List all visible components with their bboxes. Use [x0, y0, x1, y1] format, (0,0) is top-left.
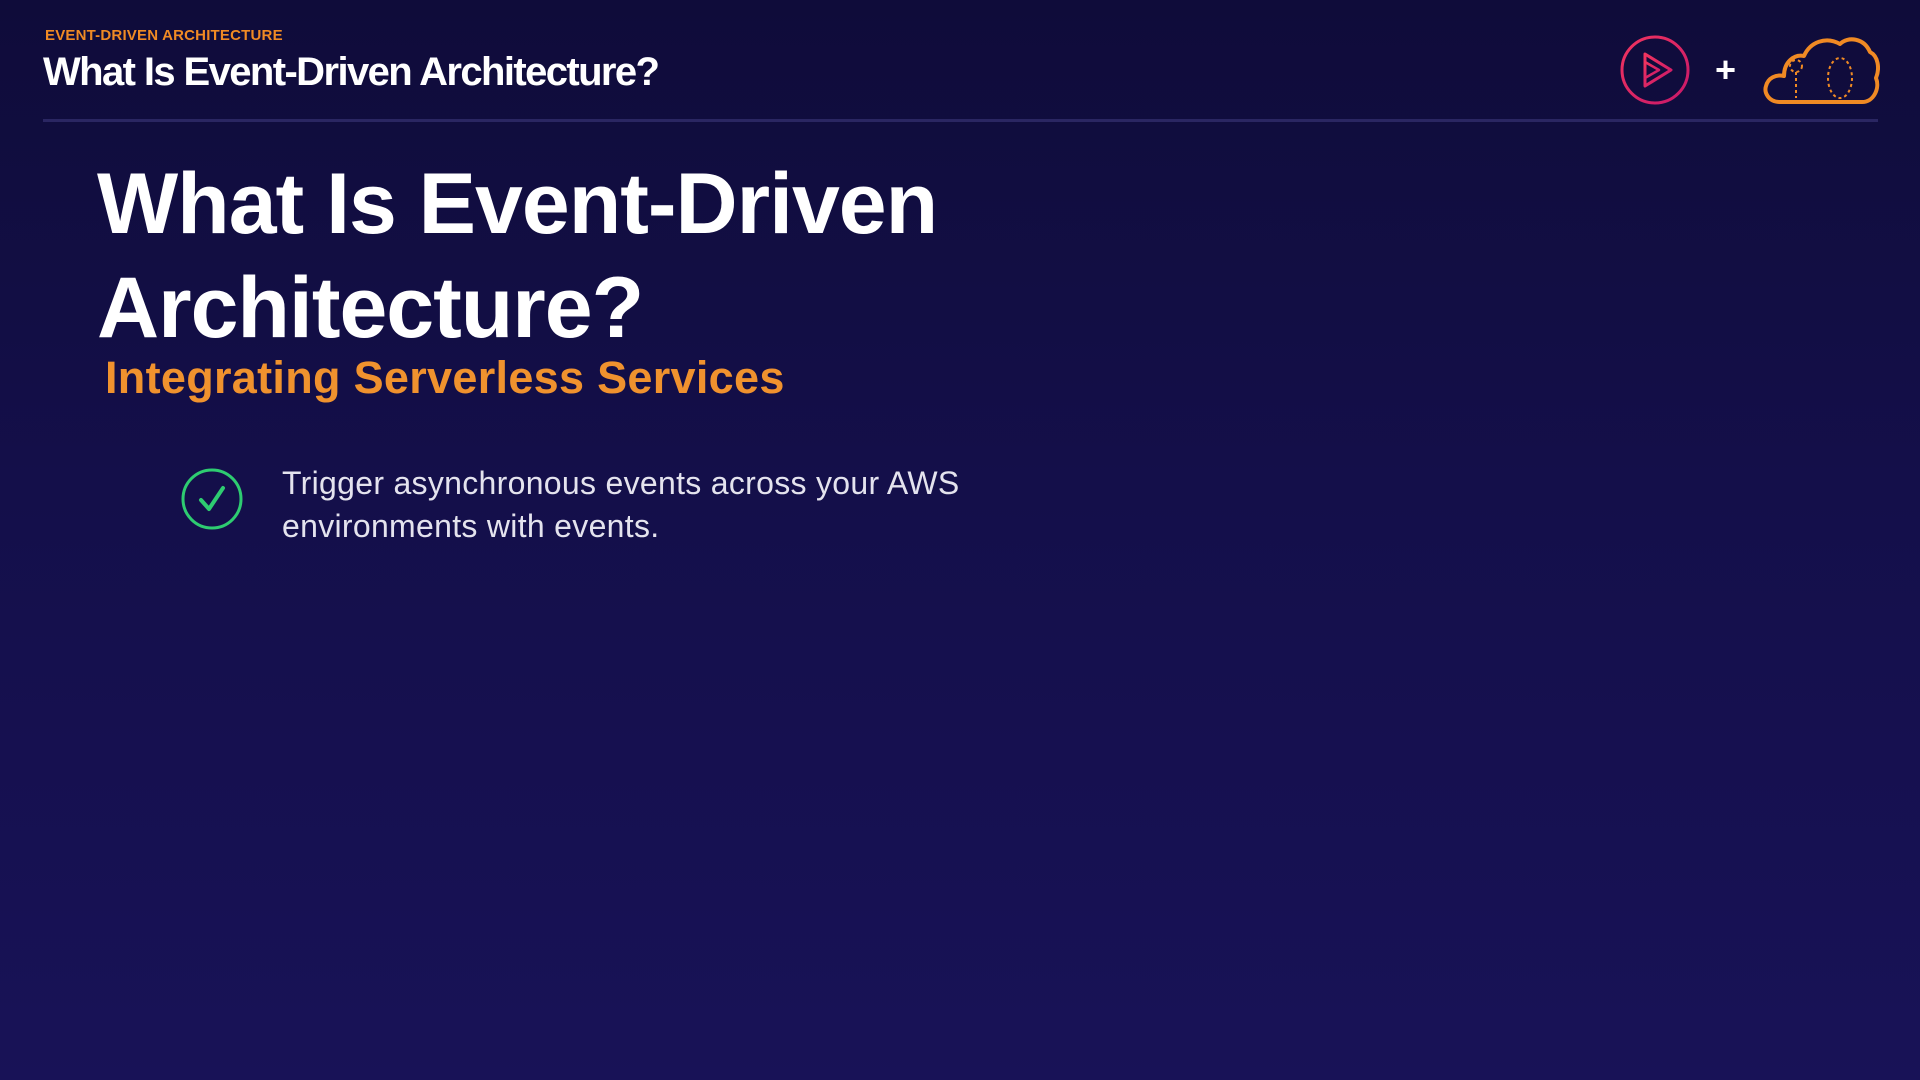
slide-title: What Is Event-Driven Architecture? [97, 156, 938, 356]
play-icon [1620, 35, 1690, 105]
logo-group: + [1619, 30, 1880, 110]
bullet-text: Trigger asynchronous events across your … [282, 465, 960, 544]
header-divider [43, 119, 1878, 122]
bullet-item: Trigger asynchronous events across your … [180, 462, 982, 548]
header-title: What Is Event-Driven Architecture? [43, 50, 660, 94]
cloud-icon [1763, 37, 1880, 104]
header-eyebrow: EVENT-DRIVEN ARCHITECTURE [45, 27, 283, 44]
checkmark-icon [181, 468, 243, 530]
slide-subtitle: Integrating Serverless Services [105, 352, 785, 403]
plus-separator: + [1714, 49, 1736, 90]
